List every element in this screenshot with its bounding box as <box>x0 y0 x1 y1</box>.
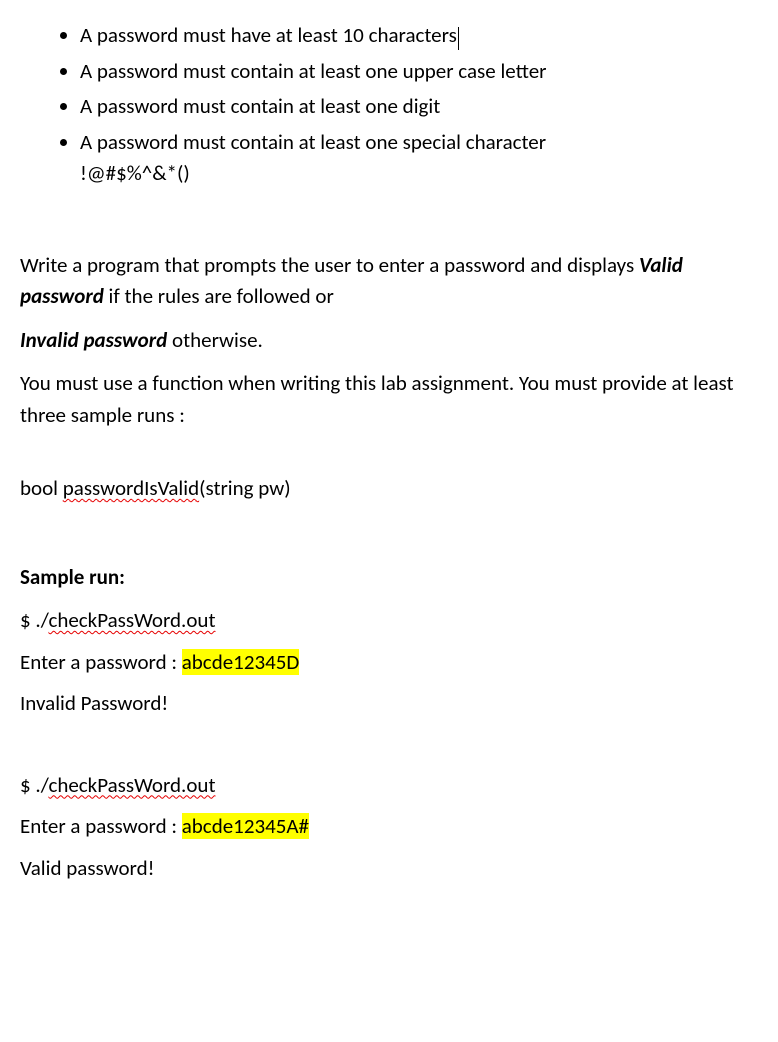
rule-text: !@#$%^&*() <box>80 160 190 186</box>
instruction-text: You must use a function when writing thi… <box>20 370 734 428</box>
sample-command: $ ./checkPassWord.out <box>20 770 758 802</box>
cmd-prefix: $ ./ <box>20 607 48 633</box>
spacer <box>20 220 758 250</box>
function-signature: bool passwordIsValid(string pw) <box>20 473 758 505</box>
sample-input: abcde12345A# <box>182 813 309 839</box>
rule-item: A password must contain at least one dig… <box>80 91 758 123</box>
text-cursor <box>458 27 459 50</box>
sample-prompt: Enter a password : <box>20 649 182 675</box>
spacer <box>20 730 758 760</box>
func-name: passwordIsValid <box>63 475 199 501</box>
cmd-name: checkPassWord.out <box>48 607 215 633</box>
instruction-text: otherwise. <box>167 327 263 353</box>
sample-prompt-line: Enter a password : abcde12345D <box>20 647 758 679</box>
instruction-text: Write a program that prompts the user to… <box>20 252 639 278</box>
instruction-paragraph: Invalid password otherwise. <box>20 325 758 357</box>
sample-prompt-line: Enter a password : abcde12345A# <box>20 811 758 843</box>
sample-heading: Sample run: <box>20 562 758 594</box>
rule-item: A password must contain at least one upp… <box>80 56 758 88</box>
rules-list: A password must have at least 10 charact… <box>20 20 758 190</box>
spacer <box>20 443 758 473</box>
sample-prompt: Enter a password : <box>20 813 182 839</box>
sample-command: $ ./checkPassWord.out <box>20 605 758 637</box>
sample-input: abcde12345D <box>182 649 300 675</box>
instruction-paragraph: Write a program that prompts the user to… <box>20 250 758 313</box>
rule-text: A password must contain at least one dig… <box>80 93 440 119</box>
sample-result: Valid password! <box>20 853 758 885</box>
rule-text: A password must contain at least one spe… <box>80 129 546 155</box>
instruction-paragraph: You must use a function when writing thi… <box>20 368 758 431</box>
func-pre: bool <box>20 475 63 501</box>
cmd-name: checkPassWord.out <box>48 772 215 798</box>
rule-item: A password must have at least 10 charact… <box>80 20 758 52</box>
rule-text: A password must contain at least one upp… <box>80 58 547 84</box>
func-post: (string pw) <box>199 475 291 501</box>
spacer <box>20 517 758 562</box>
rule-item: A password must contain at least one spe… <box>80 127 758 190</box>
instruction-text: if the rules are followed or <box>104 283 334 309</box>
rule-text: A password must have at least 10 charact… <box>80 22 457 48</box>
invalid-label: Invalid password <box>20 327 167 353</box>
sample-result: Invalid Password! <box>20 688 758 720</box>
cmd-prefix: $ ./ <box>20 772 48 798</box>
